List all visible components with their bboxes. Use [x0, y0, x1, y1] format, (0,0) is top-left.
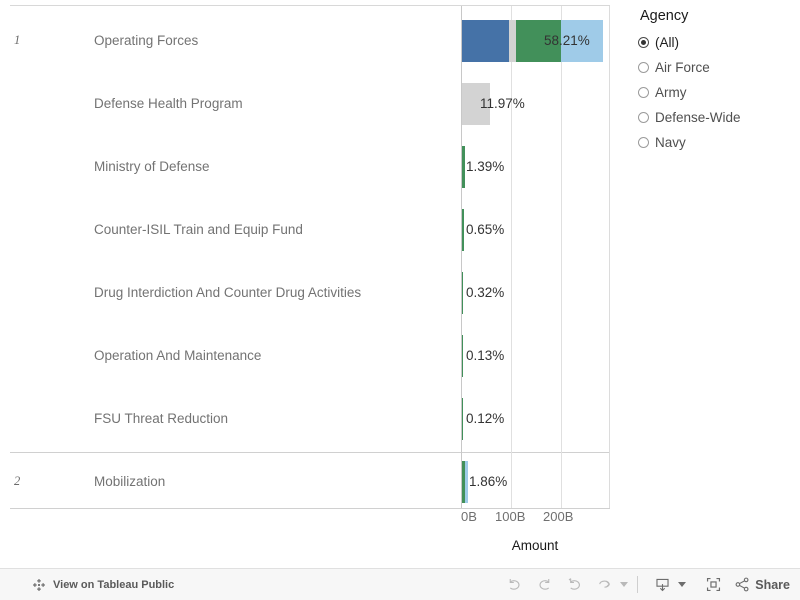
radio-option-navy[interactable]: Navy: [638, 130, 796, 155]
bar-value-label: 0.13%: [466, 348, 505, 363]
bar-segment-defense-wide[interactable]: [462, 146, 465, 188]
fullscreen-button[interactable]: [698, 572, 728, 598]
row-label: Mobilization: [94, 474, 166, 489]
radio-label: Army: [655, 85, 687, 100]
bar-value-label: 1.86%: [469, 474, 508, 489]
refresh-icon: [599, 580, 610, 588]
bar-value-label: 0.65%: [466, 222, 505, 237]
plot-right-border: [609, 6, 610, 508]
row-label: Counter-ISIL Train and Equip Fund: [94, 222, 303, 237]
bar-value-label: 0.32%: [466, 285, 505, 300]
stacked-bar[interactable]: [462, 398, 463, 440]
stacked-bar[interactable]: [462, 335, 463, 377]
radio-icon: [638, 112, 649, 123]
undo-icon: [509, 578, 520, 590]
plot-pane[interactable]: 58.21% 11.97% 1.39% 0.65% 0.32% 0.13% 0.…: [461, 6, 610, 508]
radio-option-all[interactable]: (All): [638, 30, 796, 55]
radio-label: Navy: [655, 135, 686, 150]
radio-icon: [638, 37, 649, 48]
bar-segment-defense-wide[interactable]: [462, 209, 464, 251]
tableau-public-link[interactable]: View on Tableau Public: [32, 578, 174, 592]
download-button[interactable]: [647, 572, 677, 598]
stacked-bar[interactable]: [462, 461, 468, 503]
bar-segment-defense-wide[interactable]: [462, 272, 463, 314]
viz-area: 1 Operating Forces Defense Health Progra…: [0, 0, 800, 568]
redo-icon: [539, 578, 550, 590]
refresh-button[interactable]: [589, 572, 619, 598]
row-index: 2: [14, 474, 21, 488]
radio-label: (All): [655, 35, 679, 50]
toolbar-divider: [637, 576, 639, 593]
refresh-dropdown-caret[interactable]: [620, 582, 629, 587]
redo-button[interactable]: [529, 572, 559, 598]
bar-segment-defense-wide[interactable]: [462, 398, 463, 440]
axis-tick-100b: 100B: [495, 509, 526, 524]
bar-value-label: 11.97%: [480, 96, 525, 111]
row-label: Operation And Maintenance: [94, 348, 262, 363]
undo-button[interactable]: [499, 572, 529, 598]
axis-title: Amount: [511, 538, 559, 553]
bar-value-label: 58.21%: [544, 33, 590, 48]
radio-option-army[interactable]: Army: [638, 80, 796, 105]
tableau-dashboard: 1 Operating Forces Defense Health Progra…: [0, 0, 800, 600]
share-button[interactable]: Share: [734, 576, 790, 593]
tableau-logo-icon: [33, 578, 45, 591]
agency-filter-panel: Agency (All) Air Force Army Defense-Wide…: [638, 8, 796, 155]
axis-tick-0b: 0B: [461, 509, 477, 524]
row-label: Operating Forces: [94, 33, 199, 48]
bar-segment-air-force[interactable]: [462, 20, 509, 62]
stacked-bar[interactable]: [462, 146, 465, 188]
bar-segment-army[interactable]: [509, 20, 516, 62]
download-icon: [656, 578, 669, 592]
axis-tick-labels: 0B 100B 200B: [461, 509, 611, 527]
axis-tick-200b: 200B: [543, 509, 574, 524]
bar-value-label: 0.12%: [466, 411, 505, 426]
radio-icon: [638, 137, 649, 148]
row-label: FSU Threat Reduction: [94, 411, 229, 426]
stacked-bar[interactable]: [462, 209, 464, 251]
bottom-toolbar: View on Tableau Public Share: [0, 568, 800, 600]
filter-title: Agency: [640, 8, 689, 24]
radio-option-defense-wide[interactable]: Defense-Wide: [638, 105, 796, 130]
toolbar-actions: Share: [499, 572, 790, 598]
chart-container[interactable]: 1 Operating Forces Defense Health Progra…: [0, 0, 610, 560]
bar-value-label: 1.39%: [466, 159, 505, 174]
download-dropdown-caret[interactable]: [678, 582, 687, 587]
radio-icon: [638, 87, 649, 98]
fullscreen-icon: [706, 577, 720, 592]
row-label: Defense Health Program: [94, 96, 243, 111]
revert-button[interactable]: [559, 572, 589, 598]
radio-label: Air Force: [655, 60, 710, 75]
row-label: Drug Interdiction And Counter Drug Activ…: [94, 285, 362, 300]
row-index: 1: [14, 33, 21, 47]
gridline-200b: [561, 6, 562, 508]
share-label: Share: [755, 577, 790, 592]
share-icon: [735, 577, 749, 592]
radio-label: Defense-Wide: [655, 110, 741, 125]
bar-segment-navy[interactable]: [465, 461, 468, 503]
radio-option-air-force[interactable]: Air Force: [638, 55, 796, 80]
revert-icon: [568, 578, 580, 590]
tableau-public-label: View on Tableau Public: [53, 578, 175, 591]
bar-segment-defense-wide[interactable]: [462, 335, 463, 377]
row-label: Ministry of Defense: [94, 159, 210, 174]
radio-icon: [638, 62, 649, 73]
stacked-bar[interactable]: [462, 272, 463, 314]
